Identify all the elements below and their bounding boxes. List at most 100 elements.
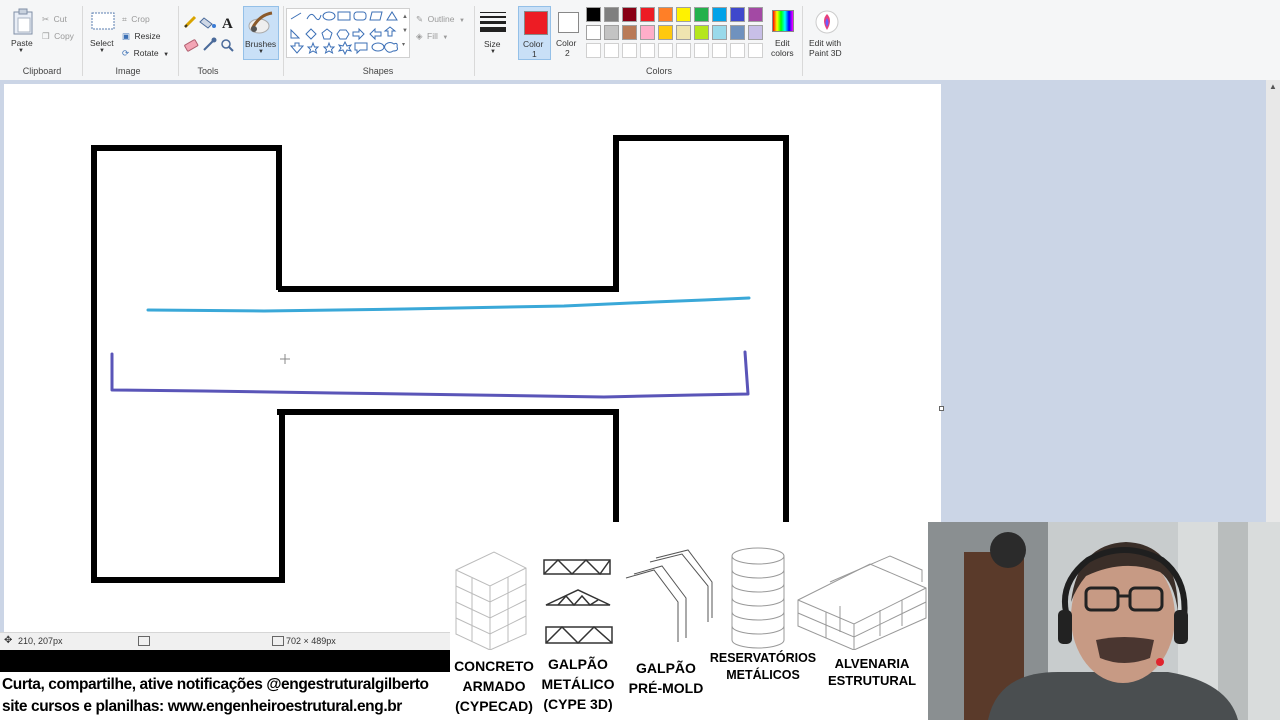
color-picker-icon[interactable] — [203, 37, 217, 51]
text-icon[interactable]: A — [222, 16, 233, 32]
palette-swatch[interactable] — [730, 7, 745, 22]
line-size-icon — [480, 12, 506, 32]
divider — [474, 6, 475, 76]
webcam-video — [928, 522, 1280, 720]
palette-swatch[interactable] — [712, 25, 727, 40]
palette-swatch[interactable] — [658, 7, 673, 22]
crop-label: Crop — [131, 14, 150, 24]
magnifier-icon[interactable] — [221, 39, 234, 52]
palette-swatch[interactable] — [748, 7, 763, 22]
color1-button[interactable]: Color 1 — [518, 6, 551, 60]
palette-swatch[interactable] — [712, 7, 727, 22]
colors-group-label: Colors — [645, 66, 672, 76]
eraser-icon[interactable] — [184, 39, 199, 52]
color2-label: Color — [556, 38, 577, 48]
size-button[interactable]: Size ▼ — [478, 8, 508, 60]
presenter-picture — [928, 522, 1280, 720]
outline-button[interactable]: ✎ Outline ▼ — [416, 9, 472, 24]
palette-swatch[interactable] — [604, 25, 619, 40]
clipboard-group-label: Clipboard — [22, 66, 62, 76]
crosshair-cursor-icon — [280, 354, 290, 364]
logo-line: GALPÃO — [548, 656, 608, 672]
palette-swatch[interactable] — [676, 25, 691, 40]
color1-label: Color — [523, 39, 544, 49]
select-button[interactable]: Select ▼ — [88, 8, 118, 60]
color2-number: 2 — [565, 48, 570, 58]
brushes-label: Brushes — [245, 39, 277, 49]
logo-galpao-pre-mold: GALPÃO PRÉ-MOLD — [622, 658, 710, 698]
palette-swatch-empty[interactable] — [676, 43, 691, 58]
copy-button[interactable]: ❐ Copy — [42, 26, 78, 41]
palette-swatch-empty[interactable] — [622, 43, 637, 58]
palette-swatch-empty[interactable] — [604, 43, 619, 58]
pencil-icon[interactable] — [183, 15, 197, 29]
palette-swatch[interactable] — [586, 25, 601, 40]
cut-button[interactable]: ✂ Cut — [42, 9, 78, 24]
logo-line: GALPÃO — [636, 660, 696, 676]
fill-bucket-icon[interactable] — [199, 17, 216, 29]
shapes-gallery[interactable] — [286, 8, 410, 58]
palette-swatch[interactable] — [730, 25, 745, 40]
image-size-icon — [272, 636, 284, 646]
fill-icon: ◈ — [416, 31, 423, 41]
divider — [178, 6, 179, 76]
paste-button[interactable]: Paste ▼ — [6, 6, 38, 60]
palette-swatch-empty[interactable] — [730, 43, 745, 58]
fill-button[interactable]: ◈ Fill ▼ — [416, 26, 472, 41]
palette-swatch[interactable] — [694, 7, 709, 22]
paste-label: Paste — [11, 38, 33, 48]
palette-swatch[interactable] — [640, 7, 655, 22]
edit-colors-line2: colors — [771, 48, 794, 58]
palette-swatch[interactable] — [694, 25, 709, 40]
vertical-scrollbar[interactable]: ▲ — [1266, 80, 1280, 522]
chevron-down-icon: ▼ — [442, 35, 449, 41]
outline-icon: ✎ — [416, 14, 424, 24]
scroll-up-arrow-icon[interactable]: ▲ — [1269, 82, 1277, 91]
rotate-icon: ⟳ — [122, 48, 130, 58]
palette-swatch[interactable] — [676, 7, 691, 22]
course-illustrations — [455, 547, 927, 650]
chevron-down-icon: ▼ — [18, 48, 24, 54]
palette-swatch[interactable] — [586, 7, 601, 22]
masonry-blocks-icon — [797, 555, 927, 650]
palette-swatch[interactable] — [640, 25, 655, 40]
fill-label: Fill — [427, 31, 438, 41]
logo-line: (CYPE 3D) — [543, 696, 613, 712]
edit-with-paint3d-button[interactable]: Edit with Paint 3D — [806, 8, 848, 62]
palette-swatch-empty[interactable] — [712, 43, 727, 58]
shapes-scroll-arrows[interactable]: ▲ ▼ ▾ — [402, 10, 408, 52]
palette-swatch[interactable] — [604, 7, 619, 22]
palette-swatch[interactable] — [658, 25, 673, 40]
palette-swatch[interactable] — [622, 25, 637, 40]
color2-button[interactable]: Color 2 — [553, 6, 583, 60]
palette-swatch[interactable] — [622, 7, 637, 22]
clipboard-icon — [13, 8, 33, 35]
palette-swatch[interactable] — [748, 25, 763, 40]
canvas-resize-handle[interactable] — [939, 406, 944, 411]
rotate-label: Rotate — [133, 48, 159, 58]
color1-number: 1 — [532, 49, 537, 59]
shapes-group-label: Shapes — [362, 66, 394, 76]
color-palette — [586, 7, 776, 63]
edit-colors-button[interactable]: Edit colors — [768, 8, 798, 62]
resize-button[interactable]: ▣ Resize — [122, 26, 166, 41]
paint3d-line1: Edit with — [809, 38, 842, 48]
copy-label: Copy — [54, 31, 74, 41]
divider — [283, 6, 284, 76]
promo-text: Curta, compartilhe, ative notificações @… — [0, 672, 450, 720]
palette-swatch-empty[interactable] — [694, 43, 709, 58]
chevron-down-icon: ▼ — [490, 49, 496, 55]
paint3d-icon — [815, 10, 839, 34]
tools-group-label: Tools — [197, 66, 219, 76]
crop-button[interactable]: ⌗ Crop — [122, 9, 166, 24]
brushes-button[interactable]: Brushes ▼ — [243, 6, 279, 60]
paint3d-line2: Paint 3D — [809, 48, 842, 58]
promo-line-2: site cursos e planilhas: www.engenheiroe… — [2, 698, 402, 715]
palette-swatch-empty[interactable] — [640, 43, 655, 58]
palette-swatch-empty[interactable] — [748, 43, 763, 58]
beam-outline-left — [91, 145, 285, 583]
palette-swatch-empty[interactable] — [586, 43, 601, 58]
water-tank-icon — [731, 547, 785, 649]
rotate-button[interactable]: ⟳ Rotate ▼ — [122, 43, 174, 58]
palette-swatch-empty[interactable] — [658, 43, 673, 58]
